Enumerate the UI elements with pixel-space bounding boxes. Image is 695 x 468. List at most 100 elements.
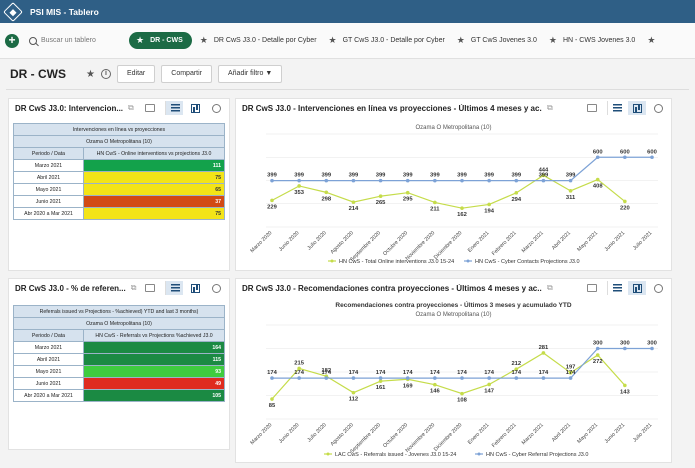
tab-more[interactable]: ★ [643, 32, 659, 49]
open-external-icon[interactable]: ⧉ [547, 103, 553, 113]
comment-icon[interactable] [583, 101, 601, 115]
data-label: 174 [403, 370, 413, 376]
search-input[interactable]: Buscar un tablero [41, 37, 96, 44]
data-point [351, 200, 356, 204]
map-view-icon[interactable] [649, 101, 667, 115]
pivot-table: Intervenciones en línea vs proyecciones … [13, 123, 225, 220]
star-icon[interactable]: ★ [86, 69, 95, 80]
comment-icon[interactable] [141, 281, 159, 295]
table-title: Intervenciones en línea vs proyecciones [13, 123, 225, 136]
data-point [405, 190, 410, 195]
map-view-icon[interactable] [649, 281, 667, 295]
share-button[interactable]: Compartir [161, 65, 212, 83]
legend-swatch [477, 452, 481, 456]
data-label: 300 [593, 341, 603, 347]
data-point [487, 178, 491, 183]
panel-title[interactable]: DR CwS J3.0 - Intervenciones en línea vs… [242, 104, 542, 113]
panel-title[interactable]: DR CwS J3.0: Intervencion... [15, 104, 123, 113]
edit-button[interactable]: Editar [116, 65, 156, 83]
column-header: HN CwS - Online interventions vs project… [83, 147, 225, 160]
data-point [460, 178, 464, 183]
legend-entry: HN CwS - Cyber Contacts Projections J3.0 [475, 259, 580, 265]
dashboard-search[interactable]: Buscar un tablero [23, 36, 125, 45]
table-view-icon[interactable] [165, 101, 183, 115]
table-view-icon[interactable] [607, 281, 625, 295]
column-header: Periodo / Data [13, 329, 84, 342]
app-logo-icon[interactable] [3, 1, 23, 22]
data-point [270, 397, 274, 401]
table-org: Ozama O Metropolitana (10) [13, 317, 225, 330]
tab-dr-cws-detalle[interactable]: ★ DR CwS J3.0 - Detalle por Cyber [196, 32, 321, 49]
x-tick-label: Junio 2021 [604, 422, 627, 445]
tab-hn-cws-jovenes[interactable]: ★ HN - CWS Jovenes 3.0 [545, 32, 639, 49]
legend-swatch [466, 259, 470, 263]
data-label: 298 [321, 196, 331, 202]
data-label: 220 [620, 205, 630, 211]
x-tick-label: Junio 2020 [278, 230, 301, 253]
open-external-icon[interactable]: ⧉ [131, 283, 137, 293]
legend-entry: HN CwS - Cyber Referral Projections J3.0 [486, 452, 588, 458]
x-tick-label: Marzo 2020 [249, 230, 273, 254]
column-header: HN CwS - Referrals vs Projections %achie… [83, 329, 225, 342]
table-row: Abril 2021 75 [13, 171, 225, 184]
comment-icon[interactable] [141, 101, 159, 115]
data-point [568, 178, 573, 183]
comment-icon[interactable] [583, 281, 601, 295]
data-label: 162 [457, 212, 467, 218]
chart-view-icon[interactable] [186, 281, 204, 295]
x-tick-label: Febrero 2021 [491, 230, 518, 257]
tab-gt-cws-detalle[interactable]: ★ GT CwS J3.0 - Detalle por Cyber [325, 32, 449, 49]
panel-title[interactable]: DR CwS J3.0 - % de referen... [15, 284, 126, 293]
x-tick-label: Diciembre 2020 [433, 422, 464, 453]
chart-view-icon[interactable] [186, 101, 204, 115]
data-point [351, 178, 356, 183]
open-external-icon[interactable]: ⧉ [547, 283, 553, 293]
data-point [270, 376, 274, 380]
data-label: 112 [349, 397, 358, 403]
column-header: Periodo / Data [13, 147, 84, 160]
data-label: 300 [647, 341, 657, 347]
open-external-icon[interactable]: ⧉ [128, 103, 134, 113]
x-tick-label: Marzo 2021 [521, 230, 545, 254]
panel-interventions-chart: DR CwS J3.0 - Intervenciones en línea vs… [235, 98, 672, 271]
data-label: 399 [566, 173, 576, 179]
panel-title[interactable]: DR CwS J3.0 - Recomendaciones contra pro… [242, 284, 542, 293]
data-label: 272 [593, 359, 603, 365]
table-view-icon[interactable] [165, 281, 183, 295]
panel-referrals-table: DR CwS J3.0 - % de referen... ⧉ Referral… [8, 278, 230, 450]
star-icon: ★ [456, 35, 465, 45]
data-label: 399 [403, 173, 413, 179]
tab-gt-cws-jovenes[interactable]: ★ GT CwS Jovenes 3.0 [453, 32, 541, 49]
data-label: 161 [376, 385, 386, 391]
add-dashboard-button[interactable]: + [5, 33, 19, 48]
star-icon: ★ [136, 35, 145, 45]
chart-view-icon[interactable] [628, 101, 646, 115]
data-point [623, 199, 627, 204]
map-view-icon[interactable] [207, 281, 225, 295]
data-label: 399 [294, 173, 304, 179]
map-view-icon[interactable] [207, 101, 225, 115]
tab-dr-cws[interactable]: ★ DR - CWS [129, 32, 192, 49]
data-label: 211 [430, 206, 440, 212]
data-point [595, 177, 600, 182]
star-icon: ★ [328, 35, 337, 45]
data-point [568, 189, 573, 193]
table-view-icon[interactable] [607, 101, 625, 115]
data-label: 600 [620, 149, 630, 155]
data-point [378, 376, 383, 380]
add-filter-button[interactable]: Añadir filtro ▼ [218, 65, 283, 83]
line-chart-interventions: Ozama O Metropolitana (10)Marzo 2020 Juni… [249, 125, 658, 265]
data-point [541, 376, 546, 380]
table-org: Ozama O Metropolitana (10) [13, 135, 225, 148]
top-bar: PSI MIS - Tablero [0, 0, 695, 23]
data-point [433, 178, 437, 183]
chart-view-icon[interactable] [628, 281, 646, 295]
data-label: 174 [539, 370, 549, 376]
data-point [487, 202, 491, 207]
data-point [297, 376, 301, 380]
x-tick-label: Junio 2021 [604, 230, 627, 253]
data-label: 399 [539, 173, 549, 179]
info-icon[interactable]: i [100, 69, 111, 79]
panel-referrals-chart: DR CwS J3.0 - Recomendaciones contra pro… [235, 278, 672, 463]
x-tick-label: Octubre 2020 [382, 422, 409, 449]
